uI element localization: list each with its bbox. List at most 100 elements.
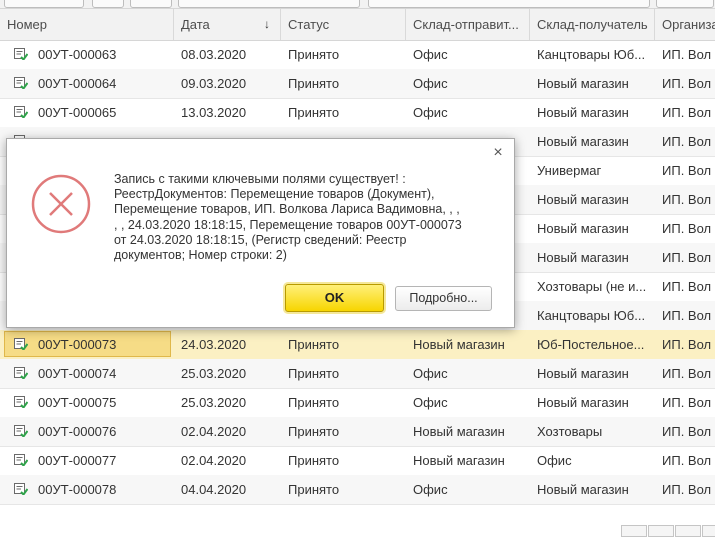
table-row[interactable]: 00УТ-000064 09.03.2020 Принято Офис Новый ма… [0, 69, 715, 99]
cell-status: Принято [288, 76, 340, 91]
cell-receiver: Новый магазин [537, 482, 629, 497]
table-row[interactable]: 00УТ-000075 25.03.2020 Принято Офис Новый ма… [0, 388, 715, 418]
pager-button[interactable] [675, 525, 701, 537]
cell-status: Принято [288, 482, 340, 497]
cell-organization: ИП. Вол [662, 337, 712, 352]
cell-number: 00УТ-000063 [38, 47, 117, 62]
cell-date: 13.03.2020 [181, 105, 247, 120]
pager-button[interactable] [621, 525, 647, 537]
error-circle-x-icon [31, 174, 91, 234]
cell-sender: Новый магазин [413, 337, 505, 352]
column-header-receiver[interactable]: Склад-получатель [530, 9, 655, 40]
column-header-organization[interactable]: Организа [655, 9, 715, 40]
cell-receiver: Юб-Постельное... [537, 337, 645, 352]
ok-button[interactable]: OK [285, 284, 384, 312]
column-header-date[interactable]: Дата ↓ [174, 9, 281, 40]
cell-date: 09.03.2020 [181, 76, 247, 91]
cell-sender: Офис [413, 482, 448, 497]
toolbar [0, 0, 715, 8]
cell-number: 00УТ-000065 [38, 105, 117, 120]
cell-number: 00УТ-000075 [38, 395, 117, 410]
cell-organization: ИП. Вол [662, 76, 712, 91]
cell-receiver: Хозтовары [537, 424, 603, 439]
cell-number: 00УТ-000073 [38, 337, 117, 352]
cell-organization: ИП. Вол [662, 308, 712, 323]
cell-organization: ИП. Вол [662, 221, 712, 236]
cell-receiver: Универмаг [537, 163, 602, 178]
cell-number: 00УТ-000078 [38, 482, 117, 497]
cell-sender: Офис [413, 47, 448, 62]
cell-receiver: Новый магазин [537, 250, 629, 265]
cell-date: 04.04.2020 [181, 482, 247, 497]
cell-organization: ИП. Вол [662, 482, 712, 497]
cell-date: 25.03.2020 [181, 395, 247, 410]
cell-receiver: Новый магазин [537, 366, 629, 381]
cell-organization: ИП. Вол [662, 279, 712, 294]
cell-number: 00УТ-000074 [38, 366, 117, 381]
toolbar-button[interactable] [92, 0, 124, 8]
toolbar-button[interactable] [130, 0, 172, 8]
table-header: Номер Дата ↓ Статус Склад-отправит... Скл… [0, 8, 715, 41]
table-row[interactable]: 00УТ-000063 08.03.2020 Принято Офис Канцтова… [0, 40, 715, 70]
cell-status: Принято [288, 424, 340, 439]
cell-organization: ИП. Вол [662, 250, 712, 265]
cell-organization: ИП. Вол [662, 192, 712, 207]
column-header-sender[interactable]: Склад-отправит... [406, 9, 530, 40]
column-header-status[interactable]: Статус [281, 9, 406, 40]
cell-status: Принято [288, 453, 340, 468]
table-row[interactable]: 00УТ-000077 02.04.2020 Принято Новый магази… [0, 446, 715, 476]
cell-receiver: Новый магазин [537, 105, 629, 120]
cell-organization: ИП. Вол [662, 366, 712, 381]
cell-organization: ИП. Вол [662, 424, 712, 439]
pager-button[interactable] [702, 525, 715, 537]
toolbar-button[interactable] [656, 0, 714, 8]
pager-button[interactable] [648, 525, 674, 537]
cell-organization: ИП. Вол [662, 134, 712, 149]
error-message: Запись с такими ключевыми полями существ… [114, 172, 462, 263]
cell-date: 25.03.2020 [181, 366, 247, 381]
toolbar-button[interactable] [4, 0, 84, 8]
cell-sender: Офис [413, 105, 448, 120]
cell-organization: ИП. Вол [662, 47, 712, 62]
cell-receiver: Новый магазин [537, 192, 629, 207]
cell-sender: Новый магазин [413, 424, 505, 439]
cell-number: 00УТ-000077 [38, 453, 117, 468]
sort-down-icon: ↓ [264, 17, 270, 31]
cell-receiver: Канцтовары Юб... [537, 308, 646, 323]
table-row[interactable]: 00УТ-000076 02.04.2020 Принято Новый магази… [0, 417, 715, 447]
cell-sender: Офис [413, 366, 448, 381]
cell-receiver: Новый магазин [537, 221, 629, 236]
search-input[interactable] [368, 0, 650, 8]
column-header-number[interactable]: Номер [0, 9, 174, 40]
table-row[interactable]: 00УТ-000074 25.03.2020 Принято Офис Новый ма… [0, 359, 715, 389]
cell-receiver: Новый магазин [537, 76, 629, 91]
cell-status: Принято [288, 337, 340, 352]
cell-sender: Офис [413, 76, 448, 91]
cell-organization: ИП. Вол [662, 105, 712, 120]
cell-number: 00УТ-000076 [38, 424, 117, 439]
cell-receiver: Канцтовары Юб... [537, 47, 646, 62]
table-row[interactable]: 00УТ-000073 24.03.2020 Принято Новый магази… [0, 330, 715, 360]
cell-date: 02.04.2020 [181, 424, 247, 439]
cell-status: Принято [288, 366, 340, 381]
cell-organization: ИП. Вол [662, 163, 712, 178]
cell-receiver: Офис [537, 453, 572, 468]
cell-receiver: Новый магазин [537, 395, 629, 410]
cell-status: Принято [288, 395, 340, 410]
cell-sender: Новый магазин [413, 453, 505, 468]
cell-receiver: Новый магазин [537, 134, 629, 149]
cell-sender: Офис [413, 395, 448, 410]
close-icon[interactable]: × [490, 145, 506, 161]
cell-status: Принято [288, 105, 340, 120]
table-row[interactable]: 00УТ-000065 13.03.2020 Принято Офис Новый ма… [0, 98, 715, 128]
cell-date: 02.04.2020 [181, 453, 247, 468]
cell-date: 24.03.2020 [181, 337, 247, 352]
cell-date: 08.03.2020 [181, 47, 247, 62]
details-button[interactable]: Подробно... [395, 286, 492, 311]
cell-receiver: Хозтовары (не и... [537, 279, 647, 294]
toolbar-button[interactable] [178, 0, 360, 8]
cell-status: Принято [288, 47, 340, 62]
cell-number: 00УТ-000064 [38, 76, 117, 91]
cell-organization: ИП. Вол [662, 453, 712, 468]
table-row[interactable]: 00УТ-000078 04.04.2020 Принято Офис Новый ма… [0, 475, 715, 505]
